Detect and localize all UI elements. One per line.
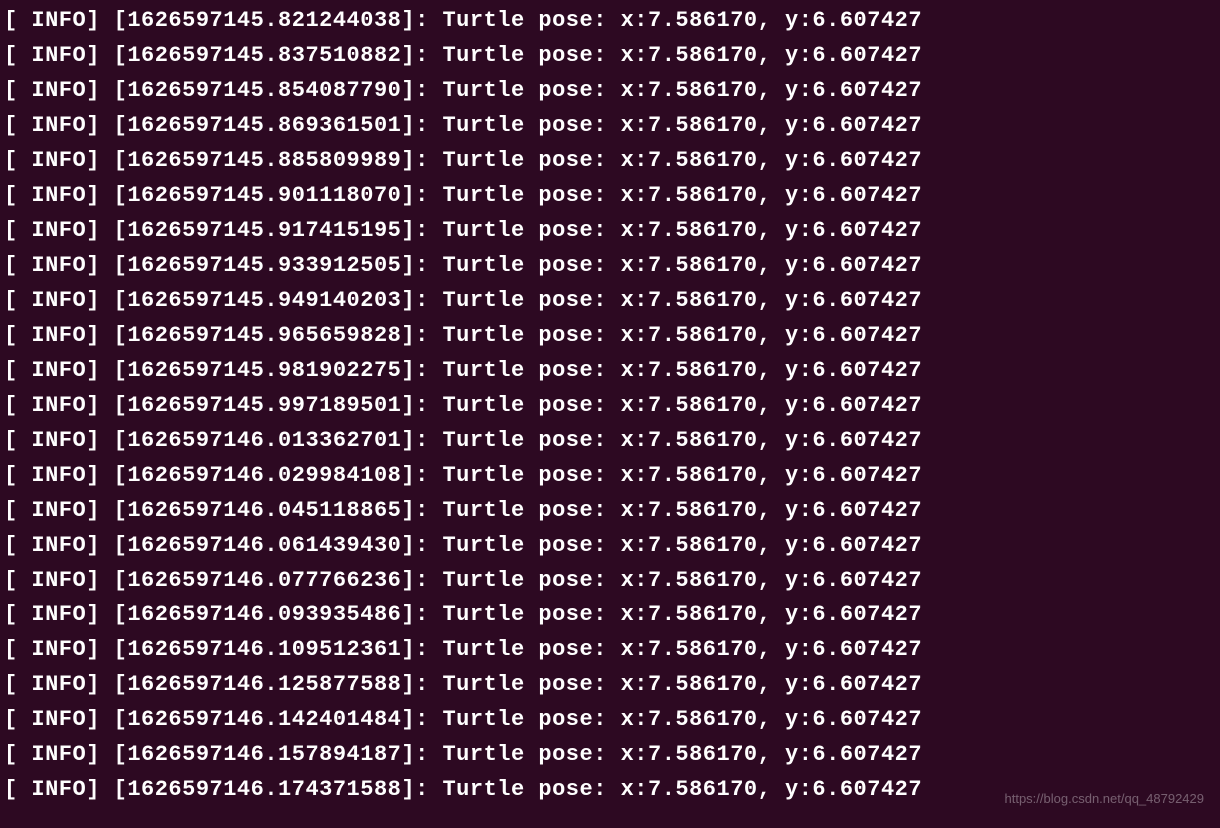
log-line: [ INFO] [1626597146.061439430]: Turtle p… bbox=[4, 529, 1216, 564]
log-line: [ INFO] [1626597146.157894187]: Turtle p… bbox=[4, 738, 1216, 773]
log-line: [ INFO] [1626597146.013362701]: Turtle p… bbox=[4, 424, 1216, 459]
log-line: [ INFO] [1626597146.125877588]: Turtle p… bbox=[4, 668, 1216, 703]
log-line: [ INFO] [1626597145.997189501]: Turtle p… bbox=[4, 389, 1216, 424]
log-line: [ INFO] [1626597145.885809989]: Turtle p… bbox=[4, 144, 1216, 179]
log-line: [ INFO] [1626597145.917415195]: Turtle p… bbox=[4, 214, 1216, 249]
log-line: [ INFO] [1626597145.837510882]: Turtle p… bbox=[4, 39, 1216, 74]
log-line: [ INFO] [1626597145.901118070]: Turtle p… bbox=[4, 179, 1216, 214]
log-line: [ INFO] [1626597146.045118865]: Turtle p… bbox=[4, 494, 1216, 529]
log-line: [ INFO] [1626597146.077766236]: Turtle p… bbox=[4, 564, 1216, 599]
watermark-text: https://blog.csdn.net/qq_48792429 bbox=[1005, 789, 1205, 810]
log-line: [ INFO] [1626597146.093935486]: Turtle p… bbox=[4, 598, 1216, 633]
log-line: [ INFO] [1626597145.854087790]: Turtle p… bbox=[4, 74, 1216, 109]
log-line: [ INFO] [1626597146.029984108]: Turtle p… bbox=[4, 459, 1216, 494]
log-line: [ INFO] [1626597146.109512361]: Turtle p… bbox=[4, 633, 1216, 668]
log-line: [ INFO] [1626597146.142401484]: Turtle p… bbox=[4, 703, 1216, 738]
terminal-output: [ INFO] [1626597145.821244038]: Turtle p… bbox=[4, 4, 1216, 808]
log-line: [ INFO] [1626597145.965659828]: Turtle p… bbox=[4, 319, 1216, 354]
log-line: [ INFO] [1626597145.981902275]: Turtle p… bbox=[4, 354, 1216, 389]
log-line: [ INFO] [1626597145.933912505]: Turtle p… bbox=[4, 249, 1216, 284]
log-line: [ INFO] [1626597145.949140203]: Turtle p… bbox=[4, 284, 1216, 319]
log-line: [ INFO] [1626597145.869361501]: Turtle p… bbox=[4, 109, 1216, 144]
log-line: [ INFO] [1626597145.821244038]: Turtle p… bbox=[4, 4, 1216, 39]
